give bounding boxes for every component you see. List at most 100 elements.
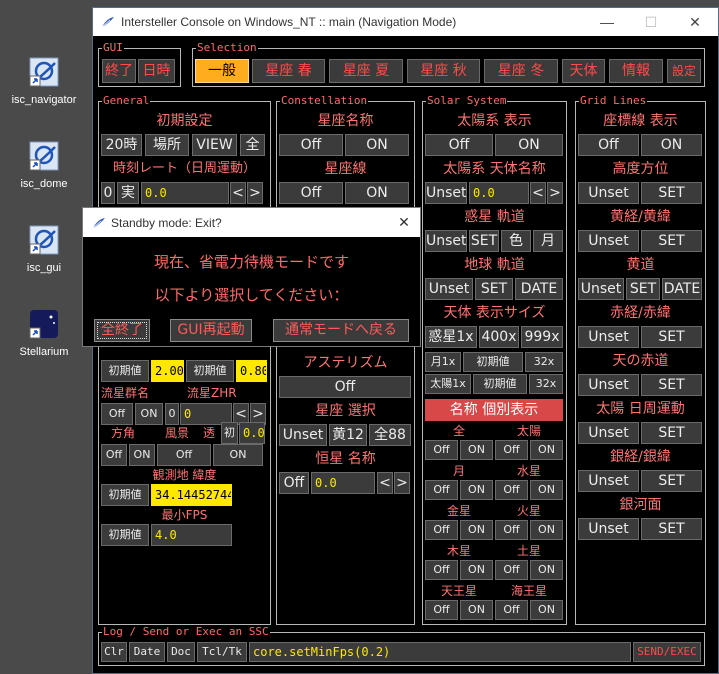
moon-off-button[interactable]: Off xyxy=(425,480,458,500)
asterism-off-button[interactable]: Off xyxy=(279,376,411,398)
constellation-unset-button[interactable]: Unset xyxy=(279,424,327,446)
ecliptic-grid-set-button[interactable]: SET xyxy=(641,230,702,252)
all-on-button[interactable]: ON xyxy=(460,440,493,460)
solar-show-off-button[interactable]: Off xyxy=(425,134,493,156)
equatorial-grid-unset-button[interactable]: Unset xyxy=(578,326,639,348)
star-names-right-button[interactable]: > xyxy=(394,472,410,494)
planet-400x-button[interactable]: 400x xyxy=(479,326,519,348)
orbit-color-button[interactable]: 色 xyxy=(501,230,531,252)
orbit-moon-button[interactable]: 月 xyxy=(533,230,563,252)
orbit-set-button[interactable]: SET xyxy=(469,230,499,252)
latitude-input[interactable]: 34.14452744 xyxy=(151,484,232,506)
zhr-zero-button[interactable]: 0 xyxy=(165,403,179,425)
transparency-input[interactable]: 0.0 xyxy=(239,422,265,444)
init-button-2[interactable]: 初期値 xyxy=(186,360,234,382)
jupiter-off-button[interactable]: Off xyxy=(425,560,458,580)
star-names-off-button[interactable]: Off xyxy=(279,472,309,494)
solar-names-left-button[interactable]: < xyxy=(530,182,546,204)
timerate-zero-button[interactable]: 0 xyxy=(101,182,115,204)
send-exec-button[interactable]: SEND/EXEC xyxy=(633,642,701,662)
tab-constellation-summer[interactable]: 星座 夏 xyxy=(329,59,403,83)
meteor-off-button[interactable]: Off xyxy=(101,403,133,425)
latitude-init-button[interactable]: 初期値 xyxy=(101,484,149,506)
solar-show-on-button[interactable]: ON xyxy=(495,134,563,156)
solar-names-input[interactable]: 0.0 xyxy=(469,182,529,204)
saturn-on-button[interactable]: ON xyxy=(530,560,563,580)
close-button[interactable]: ✕ xyxy=(673,8,717,36)
sun-diurnal-unset-button[interactable]: Unset xyxy=(578,422,639,444)
ecliptic-set-button[interactable]: SET xyxy=(626,278,660,300)
fps-input[interactable]: 4.0 xyxy=(151,524,232,546)
desktop-icon-isc-dome[interactable]: isc_dome xyxy=(0,140,88,190)
mercury-off-button[interactable]: Off xyxy=(495,480,528,500)
all-button[interactable]: 全 xyxy=(240,134,265,156)
direction-off-button[interactable]: Off xyxy=(101,444,127,466)
solar-names-right-button[interactable]: > xyxy=(547,182,563,204)
sun-diurnal-set-button[interactable]: SET xyxy=(641,422,702,444)
timerate-input[interactable]: 0.0 xyxy=(141,182,229,204)
galactic-grid-set-button[interactable]: SET xyxy=(641,470,702,492)
ecliptic-grid-unset-button[interactable]: Unset xyxy=(578,230,639,252)
time-20-button[interactable]: 20時 xyxy=(101,134,142,156)
log-tcltk-button[interactable]: Tcl/Tk xyxy=(197,642,247,662)
place-button[interactable]: 場所 xyxy=(145,134,189,156)
earth-unset-button[interactable]: Unset xyxy=(425,278,473,300)
neptune-on-button[interactable]: ON xyxy=(530,600,563,620)
transparency-init-button[interactable]: 初 xyxy=(221,422,238,444)
tab-constellation-autumn[interactable]: 星座 秋 xyxy=(407,59,480,83)
dialog-close-button[interactable]: ✕ xyxy=(388,208,420,237)
venus-on-button[interactable]: ON xyxy=(460,520,493,540)
orbit-unset-button[interactable]: Unset xyxy=(425,230,467,252)
value-input-1[interactable]: 2.00 xyxy=(151,360,184,382)
planet-999x-button[interactable]: 999x xyxy=(521,326,563,348)
gui-restart-button[interactable]: GUI再起動 xyxy=(170,319,252,342)
galactic-plane-set-button[interactable]: SET xyxy=(641,518,702,540)
coord-off-button[interactable]: Off xyxy=(578,134,639,156)
tab-info[interactable]: 情報 xyxy=(609,59,663,83)
view-button[interactable]: VIEW xyxy=(192,134,237,156)
solar-names-unset-button[interactable]: Unset xyxy=(425,182,467,204)
equator-unset-button[interactable]: Unset xyxy=(578,374,639,396)
tab-constellation-spring[interactable]: 星座 春 xyxy=(252,59,325,83)
uranus-off-button[interactable]: Off xyxy=(425,600,458,620)
constellation-names-off-button[interactable]: Off xyxy=(279,134,343,156)
earth-date-button[interactable]: DATE xyxy=(515,278,563,300)
value-input-2[interactable]: 0.80 xyxy=(236,360,267,382)
equator-set-button[interactable]: SET xyxy=(641,374,702,396)
altaz-unset-button[interactable]: Unset xyxy=(578,182,639,204)
window-titlebar[interactable]: Intersteller Console on Windows_NT :: ma… xyxy=(93,8,718,36)
timerate-right-button[interactable]: > xyxy=(247,182,263,204)
mars-on-button[interactable]: ON xyxy=(530,520,563,540)
datetime-button[interactable]: 日時 xyxy=(138,59,175,83)
earth-set-button[interactable]: SET xyxy=(475,278,513,300)
zodiac12-button[interactable]: 黄12 xyxy=(329,424,367,446)
individual-names-button[interactable]: 名称 個別表示 xyxy=(425,399,563,421)
star-names-input[interactable]: 0.0 xyxy=(311,472,375,494)
direction-on-button[interactable]: ON xyxy=(129,444,155,466)
tab-objects[interactable]: 天体 xyxy=(562,59,605,83)
moon-on-button[interactable]: ON xyxy=(460,480,493,500)
mercury-on-button[interactable]: ON xyxy=(530,480,563,500)
galactic-plane-unset-button[interactable]: Unset xyxy=(578,518,639,540)
log-doc-button[interactable]: Doc xyxy=(167,642,195,662)
sun-32x-button[interactable]: 32x xyxy=(529,374,563,394)
command-input[interactable]: core.setMinFps(0.2) xyxy=(249,642,631,662)
init-button-1[interactable]: 初期値 xyxy=(101,360,149,382)
constellation-names-on-button[interactable]: ON xyxy=(345,134,409,156)
sun-1x-button[interactable]: 太陽1x xyxy=(425,374,471,394)
all88-button[interactable]: 全88 xyxy=(369,424,411,446)
jupiter-on-button[interactable]: ON xyxy=(460,560,493,580)
log-date-button[interactable]: Date xyxy=(129,642,165,662)
neptune-off-button[interactable]: Off xyxy=(495,600,528,620)
ecliptic-date-button[interactable]: DATE xyxy=(662,278,702,300)
timerate-real-button[interactable]: 実 xyxy=(117,182,139,204)
fps-init-button[interactable]: 初期値 xyxy=(101,524,149,546)
meteor-on-button[interactable]: ON xyxy=(135,403,163,425)
planet-1x-button[interactable]: 惑星1x xyxy=(425,326,477,348)
mars-off-button[interactable]: Off xyxy=(495,520,528,540)
tab-constellation-winter[interactable]: 星座 冬 xyxy=(484,59,558,83)
all-off-button[interactable]: Off xyxy=(425,440,458,460)
sun-off-button[interactable]: Off xyxy=(495,440,528,460)
galactic-grid-unset-button[interactable]: Unset xyxy=(578,470,639,492)
ecliptic-unset-button[interactable]: Unset xyxy=(578,278,624,300)
